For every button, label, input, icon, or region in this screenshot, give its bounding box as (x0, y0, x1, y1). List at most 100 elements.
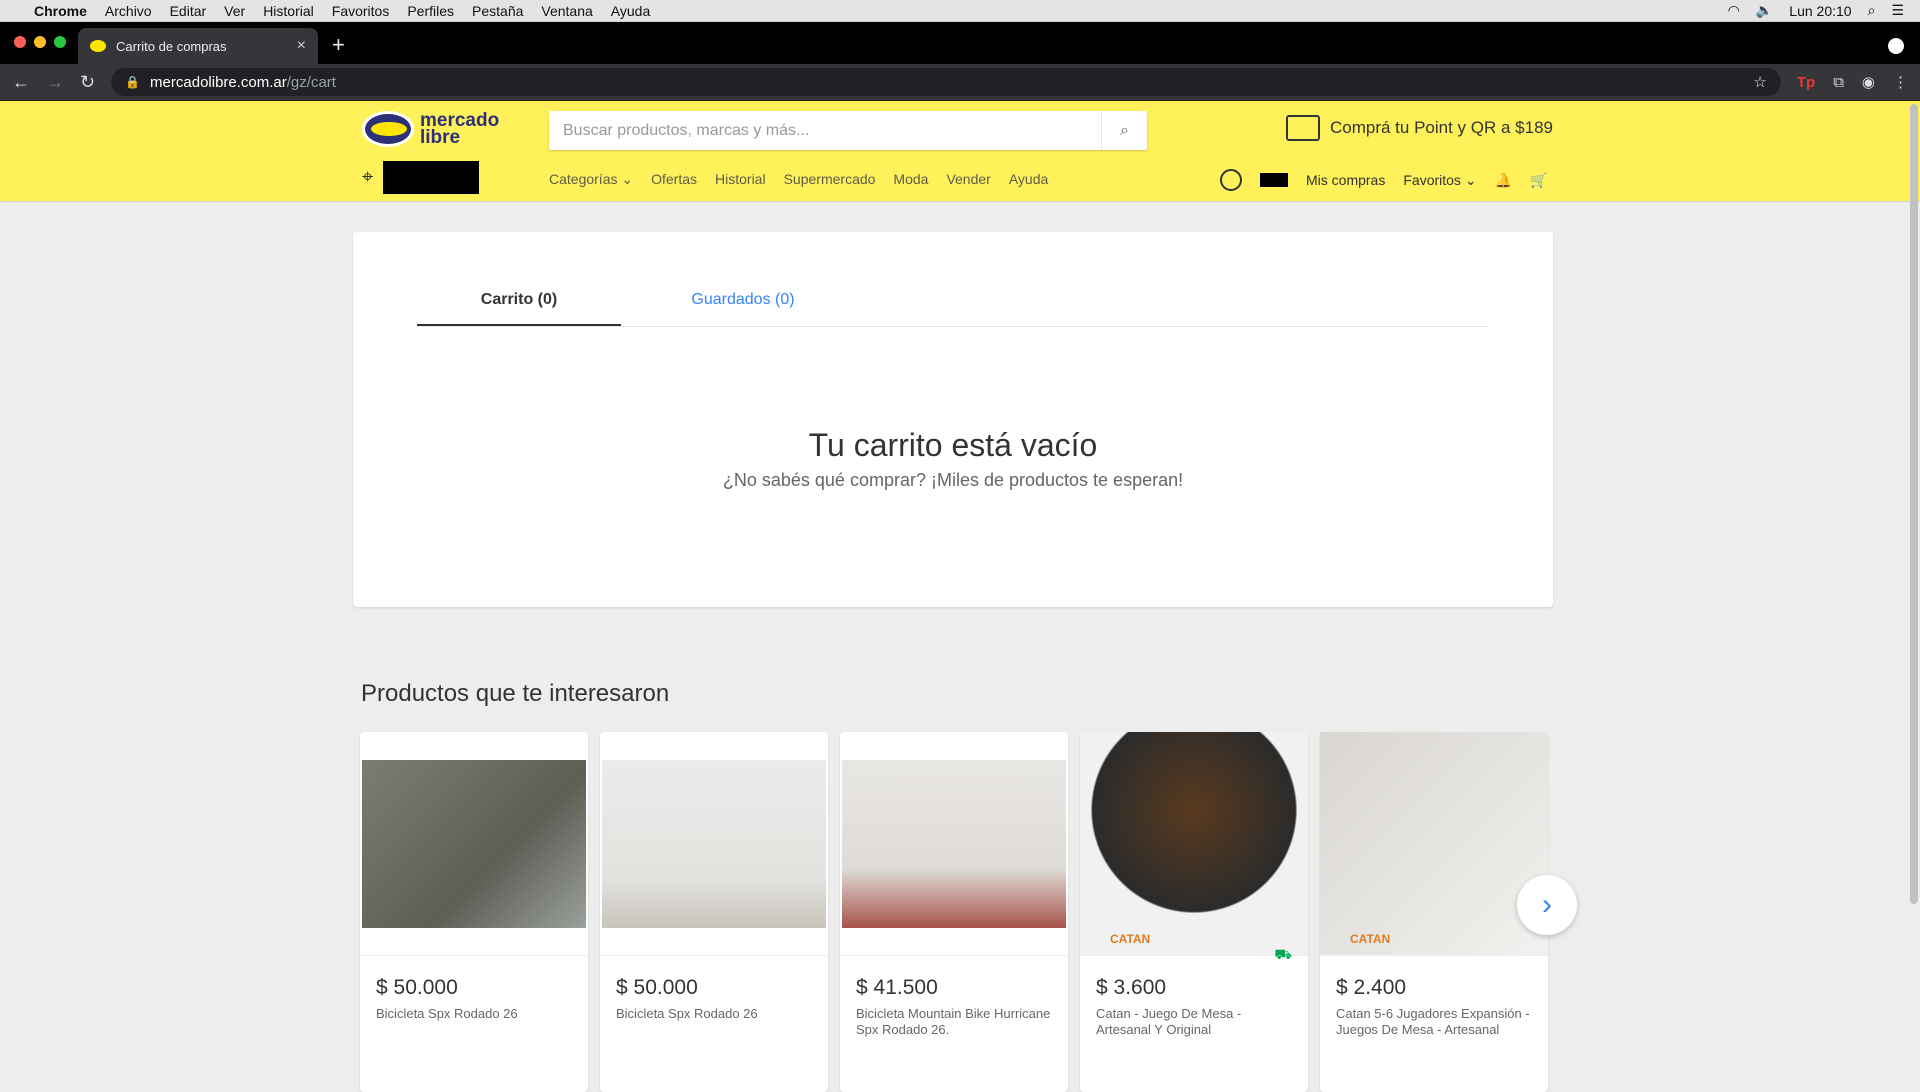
omnibox[interactable]: 🔒 mercadolibre.com.ar /gz/cart ☆ (111, 68, 1781, 96)
product-image[interactable]: CATAN (1320, 732, 1548, 956)
chrome-menu-icon[interactable]: ⋮ (1893, 73, 1908, 91)
nav-historial[interactable]: Historial (715, 171, 766, 188)
bicycle-photo (602, 759, 826, 928)
menu-editar[interactable]: Editar (170, 3, 207, 19)
minimize-window-button[interactable] (34, 36, 46, 48)
mercadolibre-logo[interactable]: mercado libre (362, 111, 499, 147)
menu-ayuda[interactable]: Ayuda (611, 3, 650, 19)
app-menu: Chrome Archivo Editar Ver Historial Favo… (34, 3, 650, 19)
puzzle-icon[interactable]: ⧉ (1833, 74, 1844, 91)
product-title[interactable]: Catan 5-6 Jugadores Expansión - Juegos D… (1336, 1006, 1536, 1038)
wifi-icon[interactable]: ◠ (1728, 2, 1740, 19)
product-image[interactable]: CATAN (1080, 732, 1308, 956)
catan-label: CATAN (1110, 932, 1151, 946)
product-image[interactable] (360, 732, 588, 956)
nav-ofertas[interactable]: Ofertas (651, 171, 697, 188)
cart-tabs: Carrito (0) Guardados (0) (417, 272, 1489, 327)
product-card[interactable]: CATAN ⛟ $ 3.600 Catan - Juego De Mesa - … (1080, 732, 1308, 1092)
empty-cart-subtitle: ¿No sabés qué comprar? ¡Miles de product… (722, 470, 1184, 490)
carousel-next-button[interactable]: › (1517, 875, 1577, 935)
product-title[interactable]: Bicicleta Spx Rodado 26 (616, 1006, 816, 1022)
menu-ventana[interactable]: Ventana (541, 3, 592, 19)
menu-app[interactable]: Chrome (34, 3, 87, 19)
location-redacted (383, 161, 480, 194)
product-title[interactable]: Bicicleta Mountain Bike Hurricane Spx Ro… (856, 1006, 1056, 1038)
catan-label: CATAN (1350, 932, 1391, 946)
tab-strip: Carrito de compras × + (0, 22, 1920, 64)
product-price: $ 50.000 (376, 976, 458, 999)
spotlight-icon[interactable]: ⌕ (1868, 2, 1876, 19)
location-selector[interactable]: ⌖ (362, 161, 480, 194)
back-icon[interactable]: ← (12, 72, 30, 93)
free-shipping-icon: ⛟ (1274, 946, 1292, 962)
tab-saved[interactable]: Guardados (0) (641, 272, 845, 326)
user-avatar-icon[interactable] (1220, 169, 1242, 191)
promo-banner[interactable]: Comprá tu Point y QR a $189 (1286, 115, 1553, 141)
product-title[interactable]: Bicicleta Spx Rodado 26 (376, 1006, 576, 1022)
new-tab-button[interactable]: + (332, 32, 345, 58)
tab-cart[interactable]: Carrito (0) (417, 272, 621, 326)
extension-icon[interactable]: Tp (1797, 74, 1815, 91)
macos-menu-bar: Chrome Archivo Editar Ver Historial Favo… (0, 0, 1920, 22)
address-toolbar: ← → ↻ 🔒 mercadolibre.com.ar /gz/cart ☆ T… (0, 64, 1920, 101)
search-icon[interactable]: ⌕ (1101, 111, 1147, 150)
lock-icon[interactable]: 🔒 (125, 75, 140, 89)
recommendations-title: Productos que te interesaron (361, 680, 670, 707)
volume-icon[interactable]: 🔈 (1756, 2, 1773, 19)
product-title[interactable]: Catan - Juego De Mesa - Artesanal Y Orig… (1096, 1006, 1296, 1038)
close-window-button[interactable] (14, 36, 26, 48)
page-scrollbar[interactable] (1910, 104, 1918, 904)
nav-supermercado[interactable]: Supermercado (784, 171, 876, 188)
extensions-area: Tp ⧉ ◉ ⋮ (1797, 73, 1908, 92)
user-nav: Mis compras Favoritos ⌄ 🔔 🛒 (1220, 169, 1547, 191)
point-device-icon (1286, 115, 1320, 141)
product-image[interactable] (840, 732, 1068, 956)
search-input[interactable] (549, 111, 1101, 150)
empty-cart-message: Tu carrito está vacío ¿No sabés qué comp… (353, 427, 1553, 491)
product-card[interactable]: $ 41.500 Bicicleta Mountain Bike Hurrica… (840, 732, 1068, 1092)
product-card[interactable]: CATAN $ 2.400 Catan 5-6 Jugadores Expans… (1320, 732, 1548, 1092)
profile-avatar-icon[interactable]: ◉ (1862, 73, 1875, 91)
bicycle-photo (842, 759, 1066, 928)
menu-perfiles[interactable]: Perfiles (407, 3, 454, 19)
clock[interactable]: Lun 20:10 (1789, 3, 1851, 19)
menu-pestana[interactable]: Pestaña (472, 3, 523, 19)
handshake-logo-icon (362, 111, 414, 147)
favicon-icon (90, 40, 106, 52)
logo-text: mercado libre (420, 111, 499, 148)
nav-vender[interactable]: Vender (946, 171, 990, 188)
product-price: $ 50.000 (616, 976, 698, 999)
nav-moda[interactable]: Moda (893, 171, 928, 188)
menu-favoritos[interactable]: Favoritos (332, 3, 390, 19)
favoritos-link[interactable]: Favoritos ⌄ (1403, 172, 1476, 189)
tab-search-icon[interactable] (1888, 38, 1904, 54)
close-tab-icon[interactable]: × (297, 37, 306, 55)
nav-categorias[interactable]: Categorías ⌄ (549, 171, 633, 188)
menu-ver[interactable]: Ver (224, 3, 245, 19)
bicycle-photo (362, 759, 586, 928)
promo-text: Comprá tu Point y QR a $189 (1330, 118, 1554, 137)
reload-icon[interactable]: ↻ (80, 72, 95, 93)
username-redacted[interactable] (1260, 173, 1288, 187)
menu-historial[interactable]: Historial (263, 3, 314, 19)
logo-line2: libre (420, 127, 461, 148)
product-price: $ 41.500 (856, 976, 938, 999)
location-pin-icon: ⌖ (362, 166, 374, 188)
forward-icon[interactable]: → (46, 72, 64, 93)
url-host: mercadolibre.com.ar (150, 73, 287, 91)
nav-ayuda[interactable]: Ayuda (1009, 171, 1048, 188)
notifications-bell-icon[interactable]: 🔔 (1495, 172, 1512, 189)
product-card[interactable]: $ 50.000 Bicicleta Spx Rodado 26 (360, 732, 588, 1092)
menu-archivo[interactable]: Archivo (105, 3, 152, 19)
zoom-window-button[interactable] (54, 36, 66, 48)
browser-tab[interactable]: Carrito de compras × (78, 28, 318, 64)
product-price: $ 3.600 (1096, 976, 1167, 999)
mis-compras-link[interactable]: Mis compras (1306, 172, 1385, 188)
url-path: /gz/cart (286, 73, 336, 91)
window-controls (14, 36, 66, 48)
product-card[interactable]: $ 50.000 Bicicleta Spx Rodado 26 (600, 732, 828, 1092)
bookmark-star-icon[interactable]: ☆ (1753, 73, 1766, 91)
cart-icon[interactable]: 🛒 (1530, 172, 1547, 189)
control-center-icon[interactable]: ☰ (1891, 2, 1904, 19)
product-image[interactable] (600, 732, 828, 956)
